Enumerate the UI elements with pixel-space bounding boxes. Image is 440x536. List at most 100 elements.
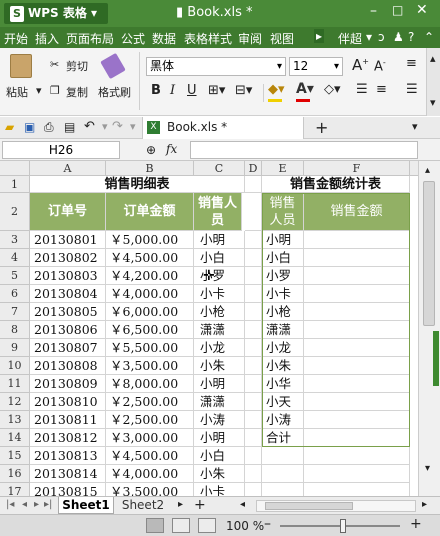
summary-name-cell[interactable] bbox=[262, 447, 304, 465]
minimize-button[interactable]: – bbox=[370, 3, 388, 19]
next-sheet-icon[interactable]: ▸ bbox=[34, 499, 39, 510]
table-cell[interactable]: ￥2,500.00 bbox=[106, 411, 194, 429]
table-cell[interactable]: 20130802 bbox=[30, 249, 106, 267]
menu-review[interactable]: 审阅 bbox=[238, 30, 262, 47]
add-sheet-icon[interactable]: + bbox=[194, 497, 206, 513]
table-cell[interactable]: 20130812 bbox=[30, 429, 106, 447]
row-header[interactable]: 13 bbox=[0, 411, 30, 429]
formula-input[interactable] bbox=[190, 141, 418, 159]
summary-amount-cell[interactable] bbox=[304, 357, 410, 375]
summary-amount-cell[interactable] bbox=[304, 447, 410, 465]
summary-name-cell[interactable] bbox=[262, 465, 304, 483]
open-folder-icon[interactable]: ▰ bbox=[5, 120, 14, 134]
table-cell[interactable]: ￥4,000.00 bbox=[106, 465, 194, 483]
left-table-header[interactable]: 订单金额 bbox=[106, 193, 194, 231]
summary-amount-cell[interactable] bbox=[304, 321, 410, 339]
row-header[interactable]: 17 bbox=[0, 483, 30, 496]
summary-amount-cell[interactable] bbox=[304, 483, 410, 496]
table-cell[interactable]: 小明 bbox=[194, 429, 245, 447]
table-cell[interactable]: ￥6,000.00 bbox=[106, 303, 194, 321]
table-cell[interactable]: 20130806 bbox=[30, 321, 106, 339]
summary-amount-cell[interactable] bbox=[304, 231, 410, 249]
table-cell[interactable]: 20130803 bbox=[30, 267, 106, 285]
summary-name-cell[interactable]: 小枪 bbox=[262, 303, 304, 321]
table-cell[interactable]: 小涛 bbox=[194, 411, 245, 429]
cell[interactable] bbox=[245, 411, 262, 429]
row-header[interactable]: 5 bbox=[0, 267, 30, 285]
menu-page-layout[interactable]: 页面布局 bbox=[66, 30, 114, 47]
table-cell[interactable]: 20130815 bbox=[30, 483, 106, 496]
align-left-icon[interactable]: ☰ bbox=[356, 82, 368, 97]
table-cell[interactable]: ￥6,500.00 bbox=[106, 321, 194, 339]
table-cell[interactable]: 20130808 bbox=[30, 357, 106, 375]
sheet-more-icon[interactable]: ▸ bbox=[178, 499, 183, 510]
scrollbar-thumb[interactable] bbox=[423, 181, 435, 326]
redo-icon[interactable]: ↷ bbox=[112, 119, 123, 134]
row-header[interactable]: 8 bbox=[0, 321, 30, 339]
left-table-header[interactable]: 订单号 bbox=[30, 193, 106, 231]
font-name-select[interactable]: 黑体 ▾ bbox=[146, 57, 286, 76]
name-box[interactable]: H26 bbox=[2, 141, 120, 159]
summary-amount-cell[interactable] bbox=[304, 375, 410, 393]
summary-name-cell[interactable]: 小涛 bbox=[262, 411, 304, 429]
horizontal-scrollbar-thumb[interactable] bbox=[265, 502, 353, 510]
vertical-scrollbar[interactable]: ▴ ▾ bbox=[418, 161, 440, 496]
table-cell[interactable]: 20130814 bbox=[30, 465, 106, 483]
skin-icon[interactable]: ↄ bbox=[378, 30, 385, 44]
paste-button[interactable]: 粘贴 bbox=[6, 84, 28, 100]
font-color-icon[interactable]: A▾ bbox=[296, 81, 314, 97]
table-cell[interactable]: 潇潇 bbox=[194, 321, 245, 339]
zoom-level[interactable]: 100 % bbox=[226, 519, 264, 533]
zoom-search-icon[interactable]: ⊕ bbox=[146, 143, 156, 157]
right-table-header[interactable]: 销售金额 bbox=[304, 193, 410, 231]
zoom-in-icon[interactable]: + bbox=[410, 516, 422, 532]
zoom-slider-handle[interactable] bbox=[340, 519, 346, 533]
column-header-c[interactable]: C bbox=[194, 161, 245, 176]
cell[interactable] bbox=[245, 285, 262, 303]
page-layout-view-icon[interactable] bbox=[172, 518, 190, 533]
print-icon[interactable]: ⎙ bbox=[44, 120, 54, 135]
cell[interactable] bbox=[245, 393, 262, 411]
format-painter-icon[interactable] bbox=[100, 52, 126, 80]
row-header[interactable]: 2 bbox=[0, 193, 30, 231]
table-cell[interactable]: ￥3,500.00 bbox=[106, 357, 194, 375]
cell[interactable] bbox=[245, 339, 262, 357]
document-tab[interactable]: X Book.xls * bbox=[142, 117, 304, 139]
font-size-select[interactable]: 12 ▾ bbox=[289, 57, 343, 76]
row-header[interactable]: 15 bbox=[0, 447, 30, 465]
save-icon[interactable]: ▣ bbox=[24, 120, 35, 134]
side-panel-handle[interactable] bbox=[433, 331, 439, 386]
summary-name-cell[interactable]: 小朱 bbox=[262, 357, 304, 375]
chevron-down-icon[interactable]: ▾ bbox=[366, 30, 372, 44]
summary-name-cell[interactable]: 小白 bbox=[262, 249, 304, 267]
increase-font-icon[interactable]: A+ bbox=[352, 56, 369, 74]
menu-scroll-arrow-icon[interactable]: ▸ bbox=[314, 29, 325, 43]
menu-home[interactable]: 开始 bbox=[4, 30, 28, 47]
scroll-left-icon[interactable]: ◂ bbox=[240, 499, 245, 510]
table-cell[interactable]: ￥4,500.00 bbox=[106, 249, 194, 267]
table-cell[interactable]: 小明 bbox=[194, 375, 245, 393]
table-cell[interactable]: ￥2,500.00 bbox=[106, 393, 194, 411]
summary-name-cell[interactable]: 潇潇 bbox=[262, 321, 304, 339]
page-break-view-icon[interactable] bbox=[198, 518, 216, 533]
decrease-font-icon[interactable]: A- bbox=[374, 58, 386, 74]
right-table-title[interactable]: 销售金额统计表 bbox=[262, 176, 410, 193]
summary-name-cell[interactable]: 小天 bbox=[262, 393, 304, 411]
row-header[interactable]: 10 bbox=[0, 357, 30, 375]
summary-name-cell[interactable]: 小罗 bbox=[262, 267, 304, 285]
align-center-icon[interactable]: ≡ bbox=[376, 82, 387, 97]
summary-amount-cell[interactable] bbox=[304, 249, 410, 267]
tab-sheet1[interactable]: Sheet1 bbox=[58, 497, 114, 514]
row-header[interactable]: 14 bbox=[0, 429, 30, 447]
row-header[interactable]: 6 bbox=[0, 285, 30, 303]
summary-amount-cell[interactable] bbox=[304, 267, 410, 285]
row-header[interactable]: 7 bbox=[0, 303, 30, 321]
column-header-d[interactable]: D bbox=[245, 161, 262, 176]
redo-dropdown-icon[interactable]: ▾ bbox=[130, 120, 136, 133]
table-cell[interactable]: 20130807 bbox=[30, 339, 106, 357]
summary-amount-cell[interactable] bbox=[304, 303, 410, 321]
cell[interactable] bbox=[245, 176, 262, 193]
left-table-header[interactable]: 销售人员 bbox=[194, 193, 242, 231]
shirt-icon[interactable]: ♟ bbox=[393, 30, 404, 44]
ribbon-collapse-icon[interactable]: ⌃ bbox=[424, 30, 434, 44]
